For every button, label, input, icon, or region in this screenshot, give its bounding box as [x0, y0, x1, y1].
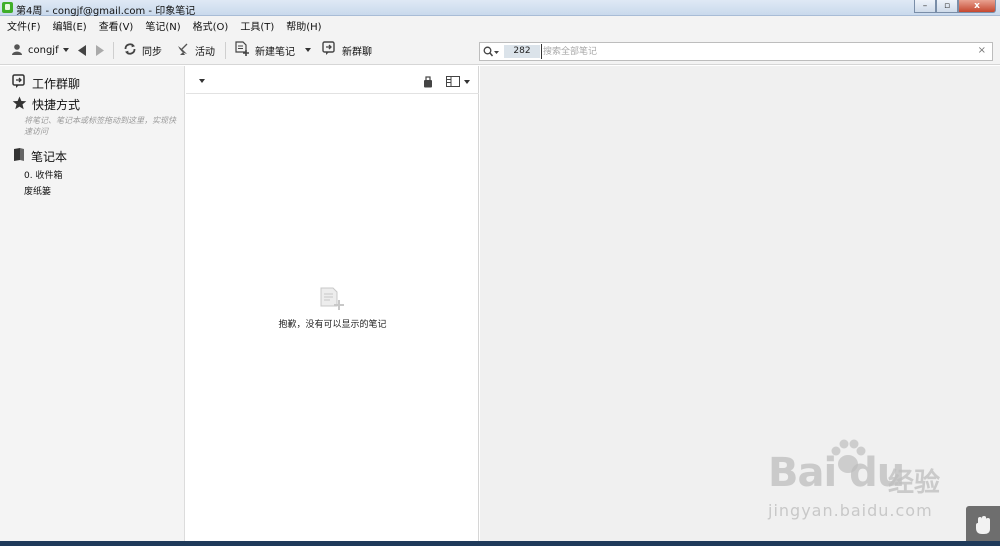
sync-label: 同步 — [142, 46, 162, 58]
new-chat-button[interactable]: 新群聊 — [322, 41, 372, 59]
satellite-dish-icon — [176, 42, 190, 59]
user-icon — [11, 43, 23, 58]
sort-dropdown-icon[interactable] — [199, 79, 205, 83]
evernote-app-icon — [2, 2, 13, 13]
menu-tools[interactable]: 工具(T) — [240, 18, 274, 33]
menu-bar: 文件(F) 编辑(E) 查看(V) 笔记(N) 格式(O) 工具(T) 帮助(H… — [0, 16, 1000, 35]
new-note-label: 新建笔记 — [255, 46, 295, 58]
search-input[interactable] — [541, 44, 961, 59]
list-view-icon — [446, 76, 460, 87]
work-chat-icon — [322, 41, 337, 59]
new-note-caret-icon[interactable] — [305, 48, 311, 52]
sync-button[interactable]: 同步 — [123, 42, 162, 58]
sidebar-item-label: 工作群聊 — [32, 76, 81, 91]
maximize-button[interactable]: ▫ — [936, 0, 958, 13]
account-name: congjf — [28, 44, 59, 56]
back-arrow-icon — [78, 44, 86, 56]
window-title: 第4周 - congjf@gmail.com - 印象笔记 — [16, 6, 196, 17]
empty-list-message: 抱歉，没有可以显示的笔记 — [278, 320, 387, 330]
clear-search-icon[interactable]: × — [978, 45, 986, 56]
sidebar-item-notebooks[interactable]: 笔记本 — [12, 147, 67, 165]
forward-button[interactable] — [95, 42, 104, 58]
share-icon[interactable] — [423, 76, 433, 91]
menu-view[interactable]: 查看(V) — [99, 18, 134, 33]
account-caret-icon — [62, 48, 69, 52]
title-bar: 第4周 - congjf@gmail.com - 印象笔记 – ▫ x — [0, 0, 1000, 17]
note-list-header — [186, 66, 479, 94]
notebook-inbox[interactable]: 0. 收件箱 — [24, 168, 62, 181]
empty-note-icon — [319, 287, 345, 314]
forward-arrow-icon — [96, 44, 104, 56]
os-taskbar — [0, 541, 1000, 546]
activity-label: 活动 — [195, 46, 215, 58]
sidebar-item-shortcuts[interactable]: 快捷方式 — [12, 96, 80, 113]
view-options-caret-icon — [464, 79, 470, 84]
note-count-badge: 282 — [504, 45, 540, 58]
sidebar-item-label: 笔记本 — [31, 149, 68, 164]
activity-button[interactable]: 活动 — [176, 42, 215, 58]
new-note-icon — [234, 40, 250, 60]
view-options-button[interactable] — [446, 76, 470, 87]
notebook-trash[interactable]: 废纸篓 — [24, 184, 51, 197]
work-chat-icon — [12, 74, 27, 92]
search-box[interactable]: 282 × — [479, 42, 993, 61]
menu-file[interactable]: 文件(F) — [7, 18, 41, 33]
back-button[interactable] — [78, 42, 87, 58]
note-list-panel: 抱歉，没有可以显示的笔记 — [186, 66, 479, 546]
search-icon[interactable] — [483, 46, 499, 61]
star-icon — [12, 96, 27, 113]
toolbar-divider — [113, 42, 114, 59]
baidu-jingyan-watermark: Bai du 经验 jingyan.baidu.com — [768, 438, 958, 528]
watermark-cn: 经验 — [888, 468, 941, 498]
close-button[interactable]: x — [958, 0, 996, 13]
toolbar-divider — [225, 42, 226, 59]
minimize-button[interactable]: – — [914, 0, 936, 13]
shortcuts-hint: 将笔记、笔记本或标签拖动到这里，实现快速访问 — [24, 116, 176, 136]
watermark-url: jingyan.baidu.com — [768, 501, 933, 520]
notebook-icon — [12, 147, 26, 165]
new-chat-label: 新群聊 — [342, 46, 372, 58]
new-note-button[interactable]: 新建笔记 — [234, 40, 311, 60]
floating-widget-button[interactable] — [966, 506, 1000, 546]
menu-help[interactable]: 帮助(H) — [286, 18, 321, 33]
sidebar-item-label: 快捷方式 — [32, 98, 81, 112]
menu-format[interactable]: 格式(O) — [193, 18, 229, 33]
account-menu[interactable]: congjf — [11, 42, 69, 58]
hand-icon — [975, 515, 991, 538]
left-sidebar: 工作群聊 快捷方式 将笔记、笔记本或标签拖动到这里，实现快速访问 笔记本 0. … — [0, 66, 185, 546]
menu-edit[interactable]: 编辑(E) — [53, 18, 87, 33]
window-controls: – ▫ x — [914, 0, 996, 14]
sync-icon — [123, 42, 137, 59]
menu-note[interactable]: 笔记(N) — [145, 18, 180, 33]
paw-icon — [828, 438, 868, 479]
sidebar-item-work-chat[interactable]: 工作群聊 — [12, 74, 80, 92]
